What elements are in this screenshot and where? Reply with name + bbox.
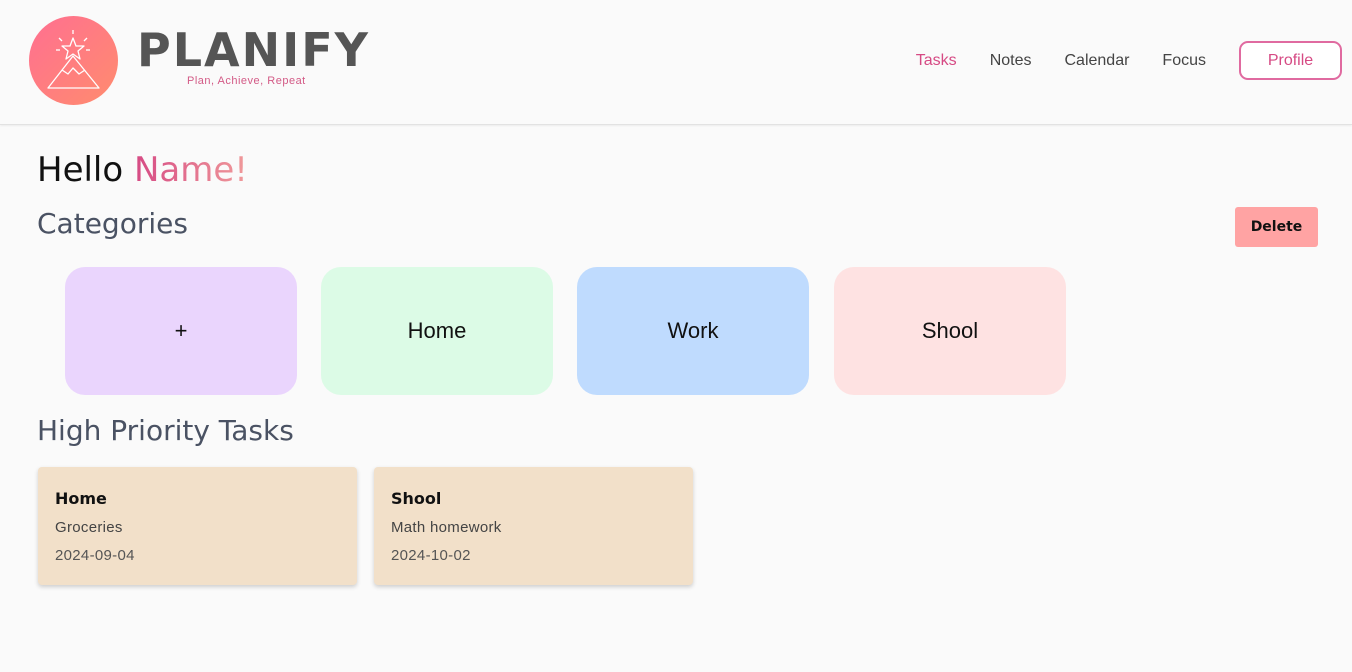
brand-tagline: Plan, Achieve, Repeat bbox=[187, 75, 306, 87]
greeting: Hello Name! bbox=[37, 147, 248, 193]
add-category-button[interactable]: + bbox=[65, 267, 297, 395]
brand-name: PLANIFY bbox=[137, 23, 370, 77]
main-nav: Tasks Notes Calendar Focus Profile bbox=[916, 41, 1342, 80]
category-card-home[interactable]: Home bbox=[321, 267, 553, 395]
categories-title: Categories bbox=[37, 207, 188, 240]
task-description: Groceries bbox=[55, 519, 123, 536]
task-card[interactable]: Shool Math homework 2024-10-02 bbox=[374, 467, 693, 585]
category-card-work[interactable]: Work bbox=[577, 267, 809, 395]
task-description: Math homework bbox=[391, 519, 502, 536]
task-card[interactable]: Home Groceries 2024-09-04 bbox=[38, 467, 357, 585]
nav-notes[interactable]: Notes bbox=[990, 52, 1032, 70]
logo[interactable] bbox=[29, 16, 118, 105]
header: PLANIFY Plan, Achieve, Repeat Tasks Note… bbox=[0, 0, 1352, 125]
task-category: Shool bbox=[391, 489, 442, 508]
high-priority-title: High Priority Tasks bbox=[37, 414, 294, 447]
category-card-shool[interactable]: Shool bbox=[834, 267, 1066, 395]
nav-tasks[interactable]: Tasks bbox=[916, 52, 957, 70]
greeting-name: Name! bbox=[134, 150, 248, 190]
nav-calendar[interactable]: Calendar bbox=[1064, 52, 1129, 70]
greeting-prefix: Hello bbox=[37, 150, 134, 190]
mountain-star-icon bbox=[47, 30, 100, 89]
profile-button[interactable]: Profile bbox=[1239, 41, 1342, 80]
task-date: 2024-10-02 bbox=[391, 547, 471, 564]
task-date: 2024-09-04 bbox=[55, 547, 135, 564]
task-category: Home bbox=[55, 489, 107, 508]
delete-button[interactable]: Delete bbox=[1235, 207, 1318, 247]
nav-focus[interactable]: Focus bbox=[1162, 52, 1206, 70]
